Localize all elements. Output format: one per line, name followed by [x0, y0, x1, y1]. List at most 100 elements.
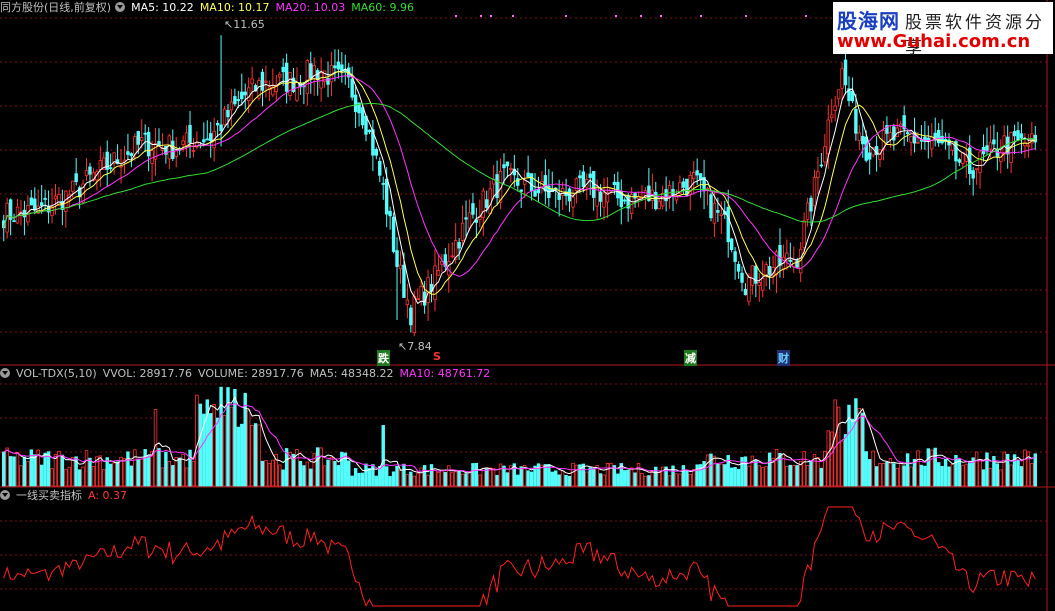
volume-bar	[53, 454, 58, 487]
volume-bar	[250, 424, 254, 487]
candle-body	[667, 185, 672, 197]
candle-body	[485, 199, 489, 208]
volume-bar	[5, 447, 9, 487]
volume-bar	[305, 461, 310, 487]
candle-body	[757, 282, 761, 286]
candle-body	[33, 198, 37, 211]
volume-bar	[67, 466, 71, 487]
volume-bar	[253, 423, 258, 487]
volume-bar	[540, 464, 544, 487]
volume-bar	[602, 474, 606, 487]
candle-body	[460, 222, 465, 241]
volume-bar	[108, 463, 113, 487]
candle-body	[823, 146, 827, 163]
volume-bar	[381, 425, 385, 487]
candle-body	[974, 168, 979, 171]
vol-title: VOL-TDX(5,10)	[16, 367, 97, 380]
volume-bar	[809, 460, 813, 487]
volume-bar	[353, 468, 358, 487]
volume-bar	[878, 463, 882, 487]
volume-bar	[792, 465, 796, 487]
signal-dot	[805, 15, 807, 17]
candle-body	[205, 138, 209, 141]
candle-body	[733, 251, 737, 262]
volume-bar	[167, 461, 172, 487]
candle-body	[236, 99, 241, 101]
panel-toggle-icon[interactable]	[115, 2, 126, 12]
volume-bar	[688, 473, 692, 487]
volume-bar	[222, 415, 227, 487]
volume-bar	[198, 403, 203, 487]
candle-body	[281, 66, 285, 73]
volume-bar	[157, 448, 161, 487]
volume-bar	[460, 473, 465, 487]
candle-body	[602, 192, 606, 208]
signal-dot	[615, 15, 617, 17]
volume-bar	[102, 469, 106, 487]
candle-body	[71, 180, 75, 192]
candle-body	[509, 167, 513, 170]
candle-body	[764, 264, 768, 277]
volume-bar	[322, 465, 327, 487]
volume-bar	[854, 398, 858, 487]
volume-bar	[112, 462, 116, 487]
candle-body	[350, 78, 354, 98]
candle-body	[315, 70, 320, 81]
candle-body	[246, 87, 251, 102]
candle-body	[802, 220, 806, 248]
volume-bar	[912, 458, 917, 487]
volume-bar	[857, 407, 862, 487]
volume-bar	[974, 451, 979, 487]
volume-bar	[1033, 453, 1037, 487]
candle-body	[526, 172, 530, 178]
volume-bar	[905, 453, 910, 487]
volume-bar	[843, 434, 848, 487]
candle-body	[778, 245, 782, 266]
volume-bar	[195, 394, 199, 487]
candle-body	[992, 139, 996, 145]
candle-body	[419, 285, 423, 302]
candle-body	[809, 197, 813, 212]
candle-body	[450, 255, 454, 258]
candle-body	[533, 190, 537, 197]
volume-bar	[209, 413, 213, 487]
candle-body	[750, 265, 755, 286]
candle-body	[360, 107, 365, 126]
volume-bar	[681, 465, 686, 487]
volume-bar	[360, 472, 365, 487]
candle-body	[743, 288, 748, 296]
volume-bar	[640, 473, 644, 487]
candle-body	[740, 272, 744, 283]
volume-bar	[1030, 463, 1034, 487]
volume-bar	[916, 450, 920, 487]
volume-bar	[71, 457, 75, 487]
volume-bar	[754, 460, 758, 487]
candle-body	[1016, 130, 1020, 141]
panel-toggle-icon[interactable]	[0, 368, 10, 378]
volume-bar	[264, 460, 268, 487]
candle-body	[226, 110, 230, 118]
volume-bar	[22, 456, 27, 487]
candle-body	[712, 202, 717, 224]
candle-body	[12, 220, 16, 223]
candle-body	[53, 195, 58, 200]
candle-body	[788, 259, 793, 262]
volume-bar	[257, 424, 261, 487]
candle-body	[571, 196, 575, 208]
candle-body	[240, 91, 244, 100]
signal-dot	[640, 15, 642, 17]
panel-toggle-icon[interactable]	[0, 490, 10, 500]
candle-body	[260, 71, 265, 91]
candle-body	[191, 150, 196, 152]
volume-bar	[122, 458, 127, 487]
volume-bar	[309, 468, 313, 487]
volume-bar	[302, 465, 306, 487]
volume-bar	[909, 466, 913, 487]
signal-dot	[700, 15, 702, 17]
volume-bar	[450, 472, 454, 487]
candle-body	[184, 132, 189, 147]
candle-body	[278, 73, 282, 78]
candle-body	[867, 152, 872, 160]
candle-body	[716, 210, 720, 213]
volume-bar	[674, 473, 679, 487]
